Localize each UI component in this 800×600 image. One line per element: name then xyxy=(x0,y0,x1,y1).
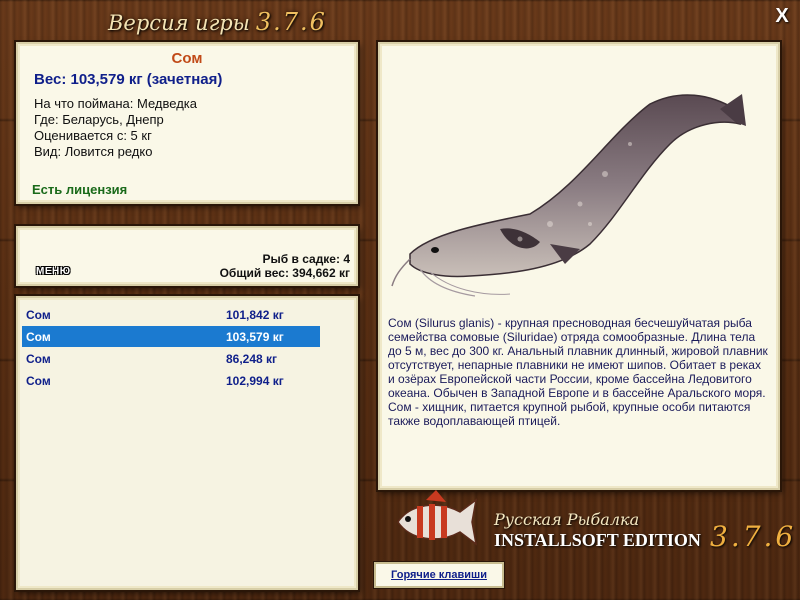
logo-fish-icon xyxy=(397,490,478,546)
catch-item-name: Сом xyxy=(26,308,51,322)
catfish-image xyxy=(391,94,746,297)
brand-title: Русская Рыбалка xyxy=(494,510,640,529)
window-title: Версия игры 3.7.6 xyxy=(108,8,327,36)
close-button[interactable]: X xyxy=(772,6,792,26)
catch-list-item[interactable]: Сом 86,248 кг xyxy=(22,348,320,369)
fish-bait: На что поймана: Медведка xyxy=(34,96,197,111)
fish-name: Сом xyxy=(171,50,203,67)
catch-list-item[interactable]: Сом 101,842 кг xyxy=(22,304,320,325)
keepnet-total-weight: Общий вес: 394,662 кг xyxy=(219,266,350,280)
fish-description: Сом (Silurus glanis) - крупная пресновод… xyxy=(388,316,768,428)
catch-item-weight: 102,994 кг xyxy=(226,374,284,388)
menu-button[interactable]: МЕНЮ xyxy=(36,266,71,277)
catch-item-weight: 101,842 кг xyxy=(226,308,284,322)
keepnet-panel: МЕНЮ Рыб в садке: 4 Общий вес: 394,662 к… xyxy=(16,226,358,286)
catch-list-item-selected[interactable]: Сом 103,579 кг xyxy=(22,326,320,347)
fish-rarity: Вид: Ловится редко xyxy=(34,144,153,159)
catch-item-name: Сом xyxy=(26,374,51,388)
brand-version: 3.7.6 xyxy=(710,520,797,553)
close-icon: X xyxy=(775,5,789,27)
fish-detail-panel: Сом (Silurus glanis) - крупная пресновод… xyxy=(378,42,780,490)
window-title-text: Версия игры xyxy=(108,11,250,35)
hotkeys-link[interactable]: Горячие клавиши xyxy=(374,562,504,588)
keepnet-count: Рыб в садке: 4 xyxy=(262,252,350,266)
fish-min-weight: Оценивается с: 5 кг xyxy=(34,128,152,143)
catch-list-item[interactable]: Сом 102,994 кг xyxy=(22,370,320,391)
brand-edition: INSTALLSOFT EDITION xyxy=(494,530,701,550)
fish-location: Где: Беларусь, Днепр xyxy=(34,112,164,127)
license-status: Есть лицензия xyxy=(32,182,128,197)
catch-item-weight: 86,248 кг xyxy=(226,352,278,366)
catch-item-name: Сом xyxy=(26,352,51,366)
catch-item-weight: 103,579 кг xyxy=(226,330,284,344)
fish-weight: Вес: 103,579 кг (зачетная) xyxy=(34,71,223,88)
catch-list: Сом 101,842 кг Сом 103,579 кг Сом 86,248… xyxy=(16,296,358,590)
fish-info-panel: Сом Вес: 103,579 кг (зачетная) На что по… xyxy=(16,42,358,204)
window-title-version: 3.7.6 xyxy=(255,8,327,36)
catch-item-name: Сом xyxy=(26,330,51,344)
